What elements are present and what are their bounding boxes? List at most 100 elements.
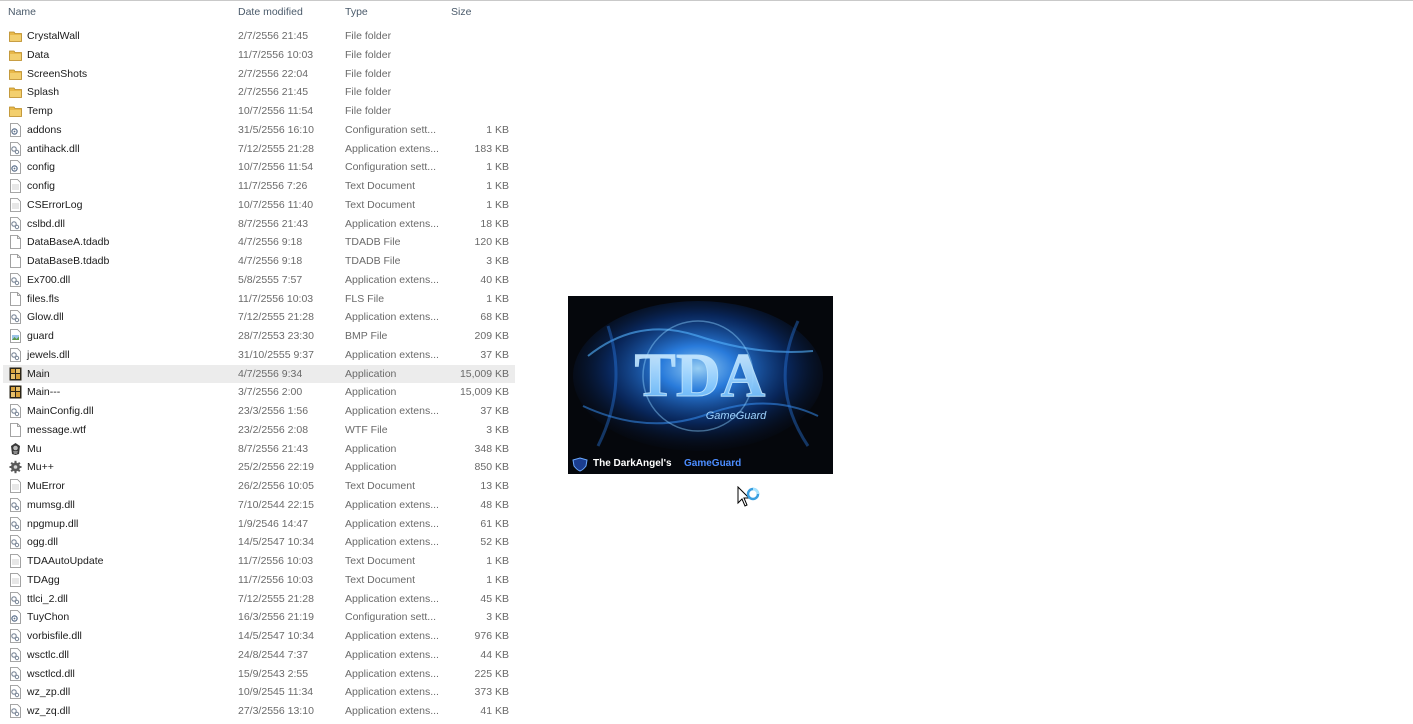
text-file-icon bbox=[9, 572, 22, 587]
file-name: Mu++ bbox=[27, 461, 54, 474]
file-name: wz_zq.dll bbox=[27, 705, 71, 717]
file-name: config bbox=[27, 180, 56, 192]
file-row-addons[interactable]: addons 31/5/2556 16:10 Configuration sett.… bbox=[3, 121, 515, 139]
file-name: Temp bbox=[27, 105, 53, 117]
file-row-antihack-dll[interactable]: antihack.dll 7/12/2555 21:28 Application e… bbox=[3, 140, 515, 158]
file-size: 3 KB bbox=[486, 611, 509, 624]
file-row-splash[interactable]: Splash 2/7/2556 21:45 File folder bbox=[3, 83, 515, 101]
file-row-wsctlc-dll[interactable]: wsctlc.dll 24/8/2544 7:37 Application exte… bbox=[3, 646, 515, 664]
column-header: Name Date modified Type Size bbox=[0, 2, 520, 22]
file-row-message-wtf[interactable]: message.wtf 23/2/2556 2:08 WTF File 3 KB bbox=[3, 421, 515, 439]
splash-caption: The DarkAngel's GameGuard bbox=[568, 454, 833, 474]
dll-file-icon bbox=[9, 629, 22, 643]
file-row-files-fls[interactable]: files.fls 11/7/2556 10:03 FLS File 1 KB bbox=[3, 290, 515, 308]
file-row-cslbd-dll[interactable]: cslbd.dll 8/7/2556 21:43 Application exten… bbox=[3, 215, 515, 233]
file-date-modified: 3/7/2556 2:00 bbox=[238, 386, 303, 399]
dll-file-icon bbox=[9, 404, 22, 418]
file-row-data[interactable]: Data 11/7/2556 10:03 File folder bbox=[3, 46, 515, 64]
file-name: TDAgg bbox=[27, 573, 60, 586]
blank-file-icon bbox=[9, 254, 22, 268]
file-name: config bbox=[27, 161, 56, 174]
file-size: 1 KB bbox=[486, 555, 509, 567]
blank-file-icon bbox=[9, 422, 22, 437]
file-row-jewels-dll[interactable]: jewels.dll 31/10/2555 9:37 Application ext… bbox=[3, 346, 515, 364]
file-date-modified: 10/7/2556 11:54 bbox=[238, 105, 314, 117]
file-row-guard[interactable]: guard 28/7/2553 23:30 BMP File 209 KB bbox=[3, 327, 515, 345]
file-row-mu[interactable]: Mu 8/7/2556 21:43 Application 348 KB bbox=[3, 440, 515, 458]
file-row-vorbisfile-dll[interactable]: vorbisfile.dll 14/5/2547 10:34 Application… bbox=[3, 627, 515, 645]
dll-file-icon bbox=[9, 647, 22, 662]
file-row-mumsg-dll[interactable]: mumsg.dll 7/10/2544 22:15 Application exte… bbox=[3, 496, 515, 514]
file-row-ttlci-2-dll[interactable]: ttlci_2.dll 7/12/2555 21:28 Application ex… bbox=[3, 590, 515, 608]
file-name: wsctlcd.dll bbox=[27, 667, 75, 680]
text-file-icon bbox=[9, 197, 22, 212]
dll-file-icon bbox=[9, 141, 22, 156]
folder-icon bbox=[9, 29, 22, 43]
file-size: 976 KB bbox=[474, 630, 509, 642]
file-row-glow-dll[interactable]: Glow.dll 7/12/2555 21:28 Application exten… bbox=[3, 308, 515, 326]
file-date-modified: 15/9/2543 2:55 bbox=[238, 667, 309, 680]
file-type: Application extens... bbox=[345, 630, 439, 642]
file-size: 44 KB bbox=[480, 648, 509, 661]
file-name: message.wtf bbox=[27, 423, 86, 436]
file-type: Application bbox=[345, 386, 397, 399]
busy-cursor-icon bbox=[737, 486, 760, 507]
file-size: 1 KB bbox=[486, 123, 509, 136]
file-name: TuyChon bbox=[27, 611, 70, 624]
file-date-modified: 7/12/2555 21:28 bbox=[238, 592, 314, 605]
file-row-wz-zp-dll[interactable]: wz_zp.dll 10/9/2545 11:34 Application exte… bbox=[3, 683, 515, 701]
splash-artwork: TDA GameGuard bbox=[568, 296, 833, 474]
column-header-date-modified[interactable]: Date modified bbox=[238, 6, 303, 18]
file-row-tdagg[interactable]: TDAgg 11/7/2556 10:03 Text Document 1 KB bbox=[3, 571, 515, 589]
file-row-mainconfig-dll[interactable]: MainConfig.dll 23/3/2556 1:56 Application … bbox=[3, 402, 515, 420]
dll-file-icon bbox=[9, 216, 22, 231]
blank-file-icon bbox=[9, 291, 22, 306]
file-row-wsctlcd-dll[interactable]: wsctlcd.dll 15/9/2543 2:55 Application ext… bbox=[3, 665, 515, 683]
file-type: Application extens... bbox=[345, 667, 439, 680]
column-header-size[interactable]: Size bbox=[451, 6, 471, 18]
file-row-tdaautoupdate[interactable]: TDAAutoUpdate 11/7/2556 10:03 Text Documen… bbox=[3, 552, 515, 570]
file-date-modified: 14/5/2547 10:34 bbox=[238, 536, 314, 549]
file-size: 68 KB bbox=[480, 311, 509, 324]
file-row-temp[interactable]: Temp 10/7/2556 11:54 File folder bbox=[3, 102, 515, 120]
dll-file-icon bbox=[9, 272, 22, 287]
file-row-ogg-dll[interactable]: ogg.dll 14/5/2547 10:34 Application extens… bbox=[3, 533, 515, 551]
file-name: wz_zp.dll bbox=[27, 686, 71, 699]
file-type: File folder bbox=[345, 105, 392, 117]
file-row-tuychon[interactable]: TuyChon 16/3/2556 21:19 Configuration sett… bbox=[3, 608, 515, 626]
file-size: 120 KB bbox=[474, 236, 509, 249]
folder-icon bbox=[9, 48, 22, 62]
mu-app-icon bbox=[9, 367, 22, 381]
file-type: Application extens... bbox=[345, 405, 439, 417]
file-type: Application extens... bbox=[345, 536, 439, 549]
file-date-modified: 8/7/2556 21:43 bbox=[238, 217, 309, 230]
file-row-screenshots[interactable]: ScreenShots 2/7/2556 22:04 File folder bbox=[3, 65, 515, 83]
file-type: Application bbox=[345, 442, 397, 455]
file-date-modified: 4/7/2556 9:18 bbox=[238, 236, 303, 249]
file-row-ex700-dll[interactable]: Ex700.dll 5/8/2555 7:57 Application extens… bbox=[3, 271, 515, 289]
file-row-config[interactable]: config 10/7/2556 11:54 Configuration sett.… bbox=[3, 158, 515, 176]
file-row-crystalwall[interactable]: CrystalWall 2/7/2556 21:45 File folder bbox=[3, 27, 515, 45]
text-file-icon bbox=[9, 179, 22, 193]
file-row-config[interactable]: config 11/7/2556 7:26 Text Document 1 KB bbox=[3, 177, 515, 195]
file-row-wz-zq-dll[interactable]: wz_zq.dll 27/3/2556 13:10 Application exte… bbox=[3, 702, 515, 720]
file-type: Application extens... bbox=[345, 142, 439, 155]
column-header-name[interactable]: Name bbox=[8, 6, 36, 18]
file-name: antihack.dll bbox=[27, 142, 80, 155]
file-row-npgmup-dll[interactable]: npgmup.dll 1/9/2546 14:47 Application exte… bbox=[3, 515, 515, 533]
file-row-muerror[interactable]: MuError 26/2/2556 10:05 Text Document 13 KB bbox=[3, 477, 515, 495]
dll-file-icon bbox=[9, 535, 22, 550]
file-date-modified: 23/2/2556 2:08 bbox=[238, 423, 309, 436]
file-row-mu[interactable]: Mu++ 25/2/2556 22:19 Application 850 KB bbox=[3, 458, 515, 476]
file-date-modified: 7/12/2555 21:28 bbox=[238, 142, 314, 155]
file-row-main[interactable]: Main--- 3/7/2556 2:00 Application 15,009 KB bbox=[3, 383, 515, 401]
file-row-main[interactable]: Main 4/7/2556 9:34 Application 15,009 KB bbox=[3, 364, 515, 383]
file-row-databaseb-tdadb[interactable]: DataBaseB.tdadb 4/7/2556 9:18 TDADB File 3 … bbox=[3, 252, 515, 270]
file-row-databasea-tdadb[interactable]: DataBaseA.tdadb 4/7/2556 9:18 TDADB File 12… bbox=[3, 233, 515, 251]
column-header-type[interactable]: Type bbox=[345, 6, 368, 18]
file-row-cserrorlog[interactable]: CSErrorLog 10/7/2556 11:40 Text Document 1 … bbox=[3, 196, 515, 214]
file-type: File folder bbox=[345, 67, 392, 80]
file-size: 15,009 KB bbox=[459, 367, 509, 380]
file-type: Application extens... bbox=[345, 705, 439, 717]
file-type: TDADB File bbox=[345, 255, 401, 267]
